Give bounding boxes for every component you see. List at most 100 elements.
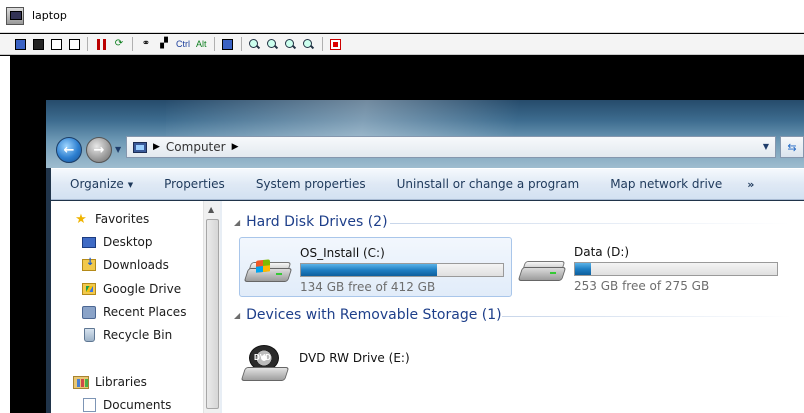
drive-tile-c[interactable]: OS_Install (C:) 134 GB free of 412 GB: [239, 237, 512, 297]
drive-usage-bar: [574, 262, 778, 276]
explorer-window: ← → ▼ ▶ Computer ▶ ▼ ⇆ Organize ▼ Propert…: [46, 100, 804, 413]
collapse-triangle-icon[interactable]: ◢: [234, 218, 240, 227]
forward-arrow-icon: →: [93, 142, 105, 158]
toolbar-separator: [132, 37, 133, 51]
fullscreen-icon[interactable]: [329, 37, 343, 51]
refresh-button[interactable]: ⇆: [780, 136, 804, 158]
info-icon[interactable]: [67, 37, 81, 51]
drive-usage-fill: [575, 263, 592, 275]
nav-item-label: Downloads: [103, 258, 169, 272]
toolbar-separator: [87, 37, 88, 51]
start-menu-icon[interactable]: ▞: [157, 37, 171, 51]
drive-usage-fill: [301, 264, 438, 276]
zoom-fit-icon[interactable]: [302, 37, 316, 51]
uninstall-program-button[interactable]: Uninstall or change a program: [397, 177, 580, 191]
libraries-icon: [73, 375, 89, 389]
pause-icon[interactable]: [94, 37, 108, 51]
clipboard-icon[interactable]: [221, 37, 235, 51]
organize-button[interactable]: Organize ▼: [70, 177, 133, 191]
group-title: Devices with Removable Storage (1): [246, 307, 502, 323]
google-drive-icon: [81, 282, 97, 296]
ctrl-key-button[interactable]: Ctrl: [175, 37, 191, 51]
nav-item-label: Google Drive: [103, 282, 182, 296]
group-divider: [390, 223, 790, 224]
breadcrumb-arrow-icon[interactable]: ▶: [153, 142, 160, 152]
nav-item-label: Recycle Bin: [103, 328, 173, 342]
group-title: Hard Disk Drives (2): [246, 214, 388, 230]
new-connection-icon[interactable]: [13, 37, 27, 51]
hard-drive-windows-icon: [243, 259, 293, 284]
group-divider: [502, 316, 792, 317]
dvd-icon-label: DVD: [254, 353, 271, 362]
star-icon: ★: [75, 211, 87, 227]
computer-icon: [133, 141, 147, 153]
dvd-drive-icon: DVD: [240, 345, 290, 385]
zoom-out-icon[interactable]: [266, 37, 280, 51]
history-dropdown-icon[interactable]: ▼: [115, 145, 121, 154]
drive-usage-bar: [300, 263, 504, 277]
more-commands-button[interactable]: »: [747, 178, 754, 191]
properties-button[interactable]: Properties: [164, 177, 225, 191]
drive-name: DVD RW Drive (E:): [299, 351, 410, 365]
address-dropdown-icon[interactable]: ▼: [763, 142, 769, 151]
system-properties-button[interactable]: System properties: [256, 177, 366, 191]
command-bar: Organize ▼ Properties System properties U…: [51, 168, 804, 200]
drive-name: Data (D:): [574, 245, 630, 259]
viewer-titlebar: laptop: [0, 0, 804, 33]
nav-favorites[interactable]: ★ Favorites: [73, 211, 150, 227]
drive-tile-e[interactable]: DVD DVD RW Drive (E:): [239, 327, 519, 397]
save-icon[interactable]: [31, 37, 45, 51]
ctrl-alt-del-icon[interactable]: ⚭: [139, 37, 153, 51]
viewer-left-border: [0, 56, 10, 413]
refresh-icon[interactable]: ⟳: [112, 37, 126, 51]
downloads-icon: [81, 257, 97, 272]
alt-key-button[interactable]: Alt: [195, 37, 208, 51]
recent-places-icon: [81, 305, 97, 319]
windows-logo-icon: [256, 259, 270, 273]
drive-tile-d[interactable]: Data (D:) 253 GB free of 275 GB: [514, 237, 794, 297]
back-arrow-icon: ←: [63, 142, 75, 158]
toolbar-separator: [213, 37, 215, 51]
nav-item-label: Recent Places: [103, 305, 187, 319]
collapse-triangle-icon[interactable]: ◢: [234, 311, 240, 320]
forward-button[interactable]: →: [86, 137, 112, 163]
viewer-app-icon[interactable]: [6, 7, 24, 25]
nav-item-downloads[interactable]: Downloads: [81, 257, 169, 272]
hard-drive-icon: [517, 261, 567, 283]
documents-icon: [81, 398, 97, 412]
drive-free-space: 253 GB free of 275 GB: [574, 279, 710, 293]
group-removable-storage[interactable]: ◢ Devices with Removable Storage (1): [234, 307, 502, 323]
options-icon[interactable]: [49, 37, 63, 51]
nav-item-google-drive[interactable]: Google Drive: [81, 282, 181, 296]
nav-item-recent-places[interactable]: Recent Places: [81, 305, 186, 319]
nav-libraries[interactable]: Libraries: [73, 375, 147, 389]
nav-item-label: Desktop: [103, 235, 153, 249]
nav-favorites-label: Favorites: [95, 212, 150, 226]
breadcrumb-arrow-icon[interactable]: ▶: [232, 142, 239, 152]
toolbar-separator: [240, 37, 242, 51]
main-pane: ◢ Hard Disk Drives (2) OS_Install (C:) 1…: [222, 201, 804, 413]
viewer-toolbar: ⟳ ⚭ ▞ Ctrl Alt: [0, 34, 804, 55]
scroll-up-icon[interactable]: ▲: [208, 205, 214, 214]
nav-pane-scrollbar[interactable]: ▲: [203, 201, 220, 413]
nav-item-label: Documents: [103, 398, 172, 412]
refresh-arrows-icon: ⇆: [787, 140, 797, 154]
zoom-in-icon[interactable]: [248, 37, 262, 51]
back-button[interactable]: ←: [56, 137, 82, 163]
nav-libraries-label: Libraries: [95, 375, 147, 389]
group-hard-disk-drives[interactable]: ◢ Hard Disk Drives (2): [234, 214, 388, 230]
drive-name: OS_Install (C:): [300, 246, 385, 260]
scrollbar-thumb[interactable]: [206, 219, 219, 409]
map-network-drive-button[interactable]: Map network drive: [610, 177, 722, 191]
zoom-100-icon[interactable]: [284, 37, 298, 51]
toolbar-separator: [321, 37, 323, 51]
drive-free-space: 134 GB free of 412 GB: [300, 280, 436, 294]
breadcrumb-computer[interactable]: Computer: [166, 140, 226, 154]
nav-item-desktop[interactable]: Desktop: [81, 235, 153, 249]
nav-item-recycle-bin[interactable]: Recycle Bin: [81, 328, 172, 342]
nav-item-documents[interactable]: Documents: [81, 398, 171, 412]
address-bar[interactable]: ▶ Computer ▶ ▼: [126, 136, 776, 158]
navigation-pane: ★ Favorites Desktop Downloads Google Dri…: [51, 201, 219, 413]
chevron-down-icon: ▼: [127, 180, 134, 189]
desktop-icon: [81, 235, 97, 249]
